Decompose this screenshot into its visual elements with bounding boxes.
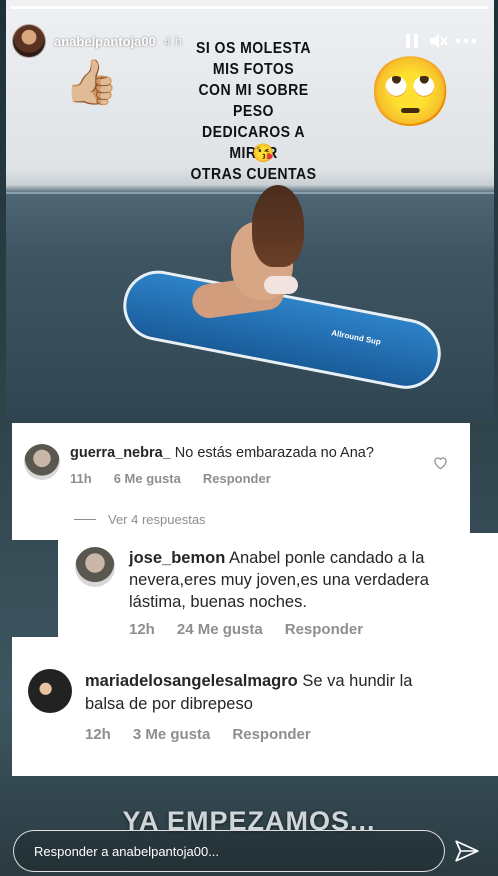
reply-link[interactable]: Responder: [285, 621, 363, 638]
comment-avatar[interactable]: [24, 444, 60, 480]
comment-meta: 11h 6 Me gusta Responder: [70, 471, 271, 486]
avatar[interactable]: [12, 24, 46, 58]
reply-link[interactable]: Responder: [203, 471, 271, 486]
person-hair: [252, 185, 304, 267]
horizon: [6, 192, 494, 194]
story-photo: Allround Sup SI OS MOLESTA MIS FOTOS CON…: [6, 0, 494, 420]
likes-link[interactable]: 24 Me gusta: [177, 621, 263, 638]
comment-card: jose_bemon Anabel ponle candado a la nev…: [58, 533, 498, 643]
send-icon[interactable]: [454, 838, 480, 864]
comment-text: jose_bemon Anabel ponle candado a la nev…: [129, 549, 429, 611]
likes-link[interactable]: 6 Me gusta: [114, 471, 181, 486]
comment-username[interactable]: mariadelosangelesalmagro: [85, 672, 298, 690]
more-icon[interactable]: [455, 30, 477, 52]
comment-meta: 12h 24 Me gusta Responder: [129, 621, 364, 638]
comment-meta: 12h 3 Me gusta Responder: [85, 726, 311, 743]
comment-avatar[interactable]: [28, 669, 72, 713]
comment-card: guerra_nebra_ No estás embarazada no Ana…: [12, 423, 470, 540]
comment-text: guerra_nebra_ No estás embarazada no Ana…: [70, 445, 374, 461]
eye-roll-emoji: 🙄: [368, 54, 453, 130]
reply-placeholder: Responder a anabelpantoja00...: [34, 843, 220, 859]
comment-card: mariadelosangelesalmagro Se va hundir la…: [12, 637, 498, 776]
bikini: [264, 276, 298, 294]
reply-link[interactable]: Responder: [232, 726, 310, 743]
thumbs-up-emoji: 👍🏼: [64, 58, 119, 107]
divider-line: [74, 519, 96, 520]
progress-segment: [10, 6, 488, 9]
reply-input[interactable]: Responder a anabelpantoja00...: [13, 830, 445, 872]
mute-icon[interactable]: [427, 30, 449, 52]
comment-text: mariadelosangelesalmagro Se va hundir la…: [85, 672, 413, 713]
comment-avatar[interactable]: [75, 547, 115, 587]
kiss-emoji: 😘: [252, 143, 275, 163]
view-replies-link[interactable]: Ver 4 respuestas: [74, 512, 206, 527]
story-progress-bar: [10, 6, 488, 9]
likes-link[interactable]: 3 Me gusta: [133, 726, 211, 743]
story-username[interactable]: anabelpantoja00: [54, 34, 156, 49]
comment-username[interactable]: jose_bemon: [129, 549, 225, 567]
heart-icon[interactable]: [433, 456, 448, 473]
pause-icon[interactable]: [401, 30, 423, 52]
story-time: 4 h: [163, 33, 182, 49]
comment-username[interactable]: guerra_nebra_: [70, 445, 171, 461]
